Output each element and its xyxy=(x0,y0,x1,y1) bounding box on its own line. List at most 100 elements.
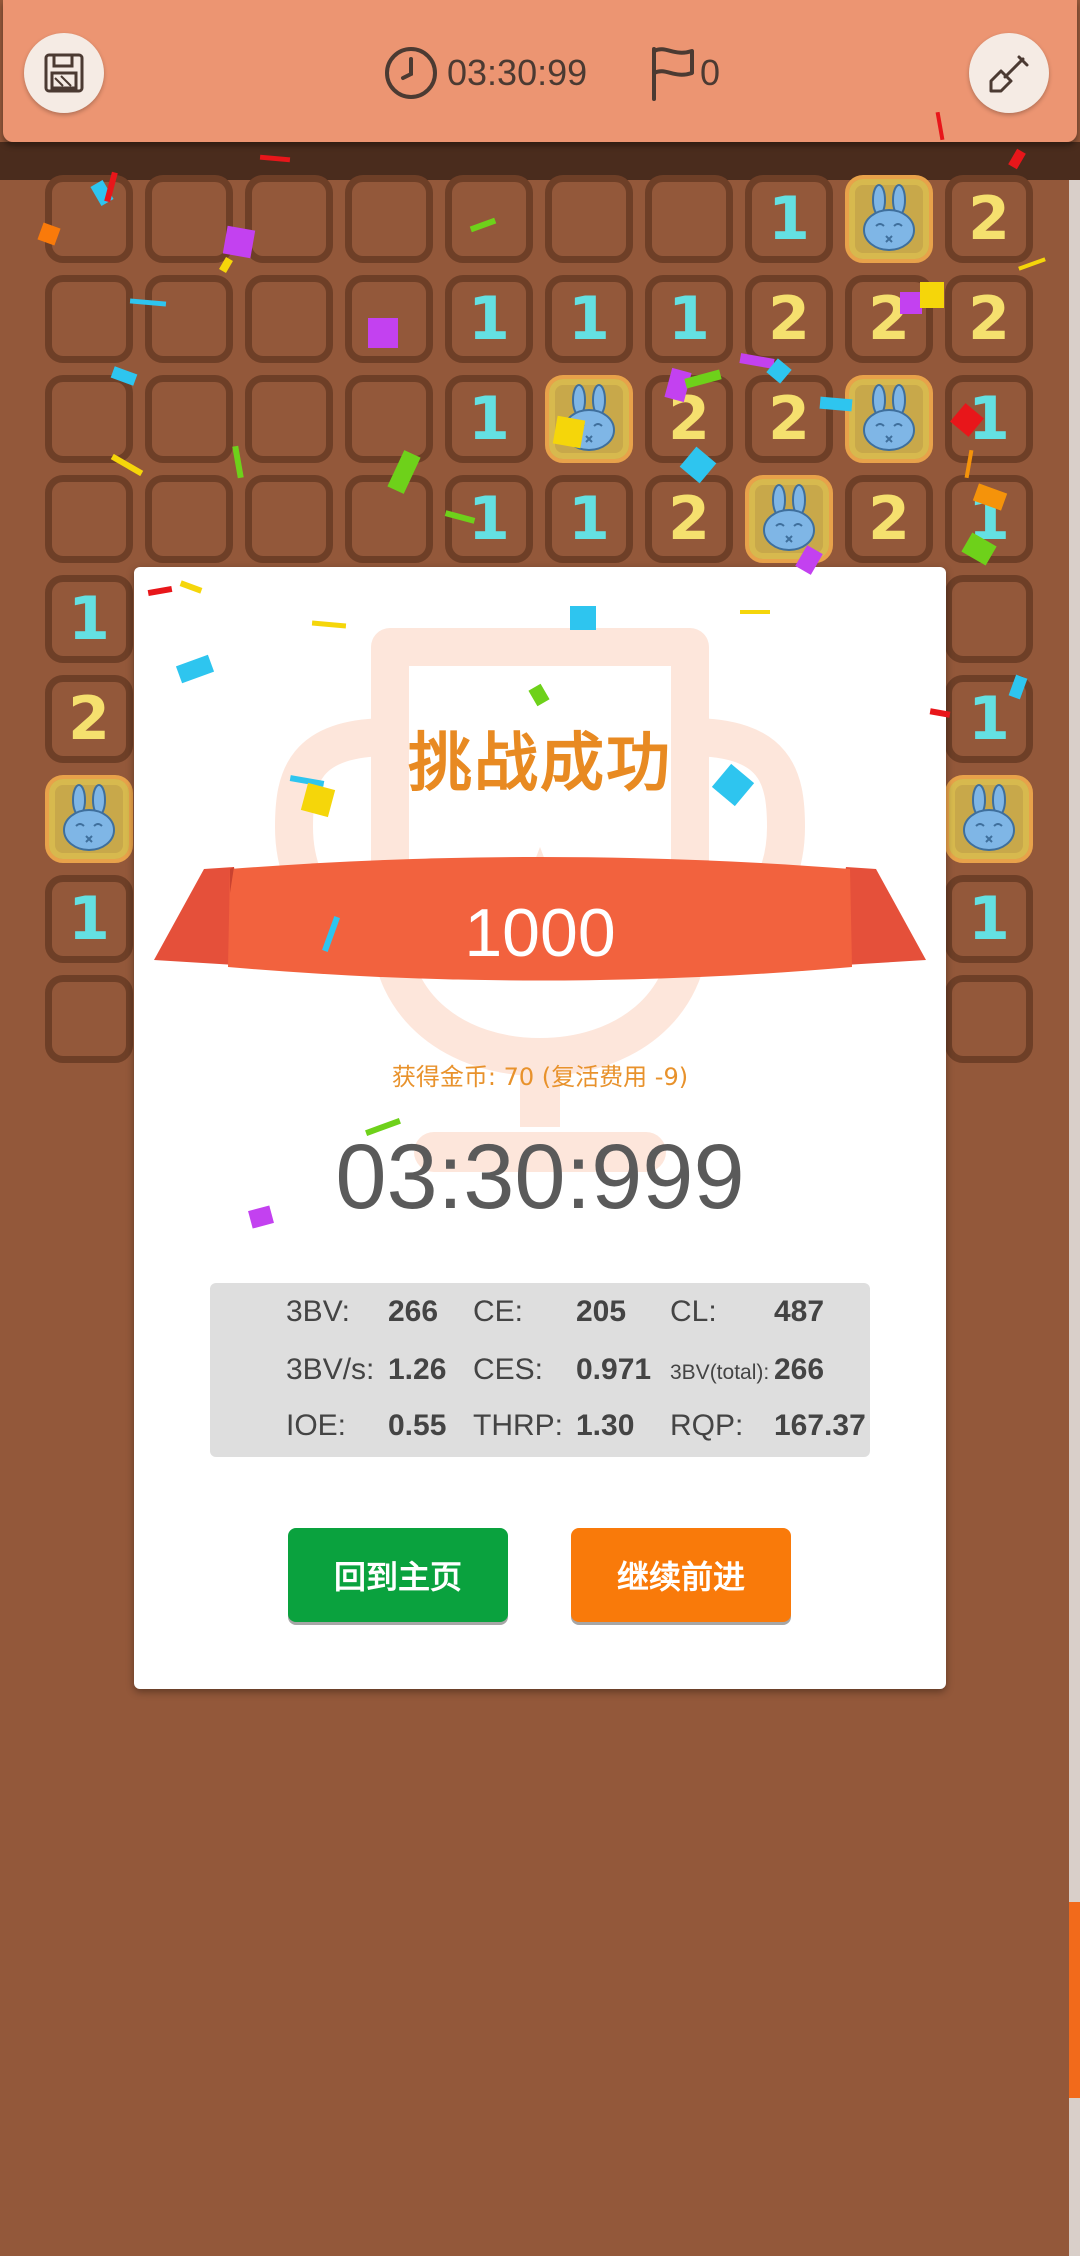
number-cell[interactable]: 1 xyxy=(545,475,633,563)
number-cell[interactable]: 1 xyxy=(545,275,633,363)
empty-cell[interactable] xyxy=(945,575,1033,663)
cell-number: 2 xyxy=(968,184,1010,254)
mine-cell[interactable] xyxy=(845,375,933,463)
stat-value: 487 xyxy=(774,1295,825,1328)
empty-cell[interactable] xyxy=(245,175,333,263)
number-cell[interactable]: 1 xyxy=(445,275,533,363)
confetti-piece xyxy=(740,610,770,614)
home-button[interactable]: 回到主页 xyxy=(288,1528,508,1622)
cell-number: 1 xyxy=(68,584,110,654)
empty-cell[interactable] xyxy=(45,475,133,563)
stat-label: 3BV: xyxy=(286,1295,350,1328)
number-cell[interactable]: 2 xyxy=(745,375,833,463)
stat-value: 205 xyxy=(576,1295,627,1328)
number-cell[interactable]: 2 xyxy=(945,175,1033,263)
confetti-piece xyxy=(232,445,244,479)
confetti-piece xyxy=(368,318,398,348)
cell-number: 1 xyxy=(968,684,1010,754)
number-cell[interactable]: 1 xyxy=(45,875,133,963)
stat-label: RQP: xyxy=(670,1409,744,1442)
stat-label: THRP: xyxy=(473,1409,563,1442)
header-bar: 03:30:99 0 xyxy=(3,0,1077,142)
number-cell[interactable]: 2 xyxy=(645,475,733,563)
game-timer: 03:30:99 xyxy=(383,44,587,102)
timer-text: 03:30:99 xyxy=(447,52,588,93)
empty-cell[interactable] xyxy=(345,475,433,563)
empty-cell[interactable] xyxy=(545,175,633,263)
number-cell[interactable]: 2 xyxy=(945,275,1033,363)
stat-value: 266 xyxy=(388,1295,439,1328)
cell-number: 2 xyxy=(868,484,910,554)
save-button[interactable] xyxy=(24,33,104,113)
confetti-piece xyxy=(920,282,944,308)
empty-cell[interactable] xyxy=(345,375,433,463)
score-value: 1000 xyxy=(464,895,616,971)
empty-cell[interactable] xyxy=(145,175,233,263)
dig-tool-button[interactable] xyxy=(969,33,1049,113)
empty-cell[interactable] xyxy=(145,375,233,463)
cell-number: 1 xyxy=(668,284,710,354)
number-cell[interactable]: 2 xyxy=(645,375,733,463)
mine-cell[interactable] xyxy=(845,175,933,263)
dead-bunny-icon xyxy=(863,184,915,251)
stat-label: IOE: xyxy=(286,1409,347,1442)
dead-bunny-icon xyxy=(963,784,1015,851)
empty-cell[interactable] xyxy=(245,375,333,463)
cell-number: 1 xyxy=(968,884,1010,954)
empty-cell[interactable] xyxy=(145,475,233,563)
number-cell[interactable]: 2 xyxy=(845,475,933,563)
number-cell[interactable]: 1 xyxy=(745,175,833,263)
confetti-piece xyxy=(222,225,256,259)
confetti-piece xyxy=(570,606,596,630)
empty-cell[interactable] xyxy=(345,175,433,263)
cell-number: 2 xyxy=(668,484,710,554)
shovel-icon xyxy=(989,55,1029,93)
confetti-piece xyxy=(552,415,586,449)
empty-cell[interactable] xyxy=(645,175,733,263)
dead-bunny-icon xyxy=(863,384,915,451)
number-cell[interactable]: 1 xyxy=(45,575,133,663)
empty-cell[interactable] xyxy=(945,975,1033,1063)
empty-cell[interactable] xyxy=(45,175,133,263)
flag-icon xyxy=(652,47,694,101)
stat-value: 167.37 xyxy=(774,1409,866,1442)
number-cell[interactable]: 1 xyxy=(645,275,733,363)
stat-label: CES: xyxy=(473,1353,544,1386)
number-cell[interactable]: 2 xyxy=(745,275,833,363)
number-cell[interactable]: 1 xyxy=(445,375,533,463)
clock-icon xyxy=(385,47,437,99)
cell-number: 1 xyxy=(68,884,110,954)
stat-value: 1.26 xyxy=(388,1353,447,1386)
cell-number: 2 xyxy=(968,284,1010,354)
stat-label: 3BV/s: xyxy=(286,1353,375,1386)
stat-value: 1.30 xyxy=(576,1409,635,1442)
empty-cell[interactable] xyxy=(45,975,133,1063)
scrollbar-thumb[interactable] xyxy=(1069,1902,1080,2098)
stat-value: 0.971 xyxy=(576,1353,652,1386)
mine-cell[interactable] xyxy=(745,475,833,563)
cell-number: 1 xyxy=(768,184,810,254)
number-cell[interactable]: 2 xyxy=(45,675,133,763)
continue-button[interactable]: 继续前进 xyxy=(571,1528,791,1622)
empty-cell[interactable] xyxy=(245,475,333,563)
empty-cell[interactable] xyxy=(45,275,133,363)
empty-cell[interactable] xyxy=(245,275,333,363)
result-dialog: 挑战成功 1000 获得金币: 70 (复活费用 -9) 03:30:999 3… xyxy=(134,567,946,1689)
cell-number: 2 xyxy=(768,284,810,354)
stat-label: CL: xyxy=(670,1295,717,1328)
cell-number: 2 xyxy=(68,684,110,754)
cell-number: 1 xyxy=(468,384,510,454)
stat-label: 3BV(total): xyxy=(670,1361,770,1384)
confetti-piece xyxy=(900,292,922,314)
empty-cell[interactable] xyxy=(45,375,133,463)
empty-cell[interactable] xyxy=(145,275,233,363)
dead-bunny-icon xyxy=(763,484,815,551)
flag-count: 0 xyxy=(700,52,721,93)
mine-cell[interactable] xyxy=(945,775,1033,863)
mine-cell[interactable] xyxy=(45,775,133,863)
number-cell[interactable]: 1 xyxy=(945,875,1033,963)
game-screen: 03:30:99 0 1 21112221 2 2 1 1 1 2 2 1 1 … xyxy=(0,0,1080,2256)
flag-counter: 0 xyxy=(648,44,720,102)
stat-value: 0.55 xyxy=(388,1409,447,1442)
cell-number: 1 xyxy=(468,284,510,354)
